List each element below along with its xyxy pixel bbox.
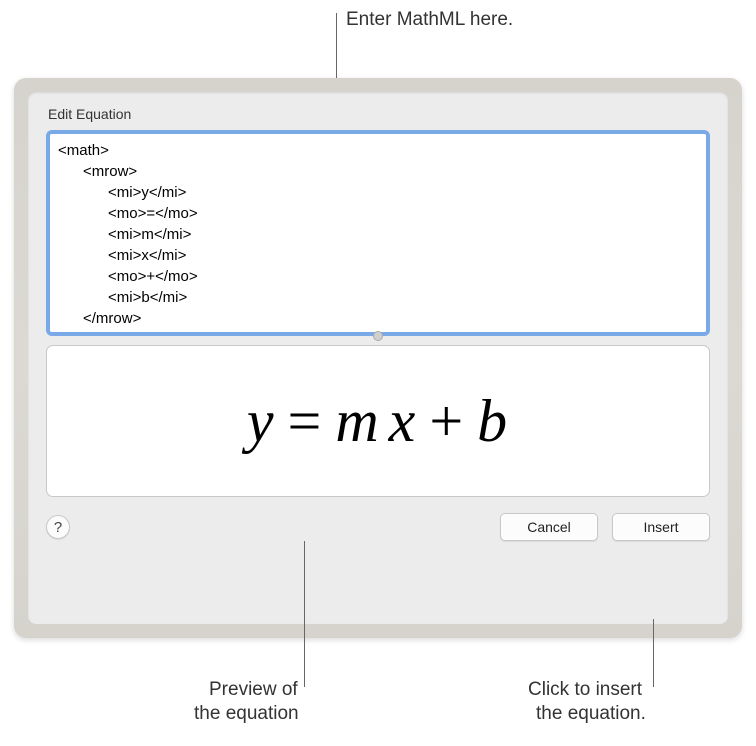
preview-m: m (335, 387, 380, 456)
callout-enter-mathml: Enter MathML here. (346, 8, 513, 33)
preview-y: y (247, 387, 276, 456)
dialog-frame-outer: Edit Equation y = m x + b ? Cancel Inser… (14, 78, 742, 638)
mathml-input[interactable] (46, 130, 710, 336)
preview-b: b (477, 387, 509, 456)
help-button[interactable]: ? (46, 515, 70, 539)
insert-button[interactable]: Insert (612, 513, 710, 541)
callout-insert-line1: Click to insert (528, 678, 642, 703)
button-row: ? Cancel Insert (46, 513, 710, 541)
callout-insert-line2: the equation. (536, 702, 646, 727)
callout-line-bottom-left (304, 541, 305, 687)
equation-preview: y = m x + b (46, 345, 710, 497)
resize-handle[interactable] (373, 331, 383, 341)
dialog-frame-inner: Edit Equation y = m x + b ? Cancel Inser… (28, 92, 728, 624)
callout-preview-line2: the equation (194, 702, 299, 727)
preview-eq: = (287, 387, 323, 456)
cancel-button[interactable]: Cancel (500, 513, 598, 541)
preview-x: x (389, 387, 418, 456)
button-group: Cancel Insert (500, 513, 710, 541)
dialog-title: Edit Equation (46, 106, 710, 122)
callout-preview-line1: Preview of (209, 678, 298, 703)
preview-plus: + (429, 387, 465, 456)
callout-line-bottom-right (653, 619, 654, 687)
